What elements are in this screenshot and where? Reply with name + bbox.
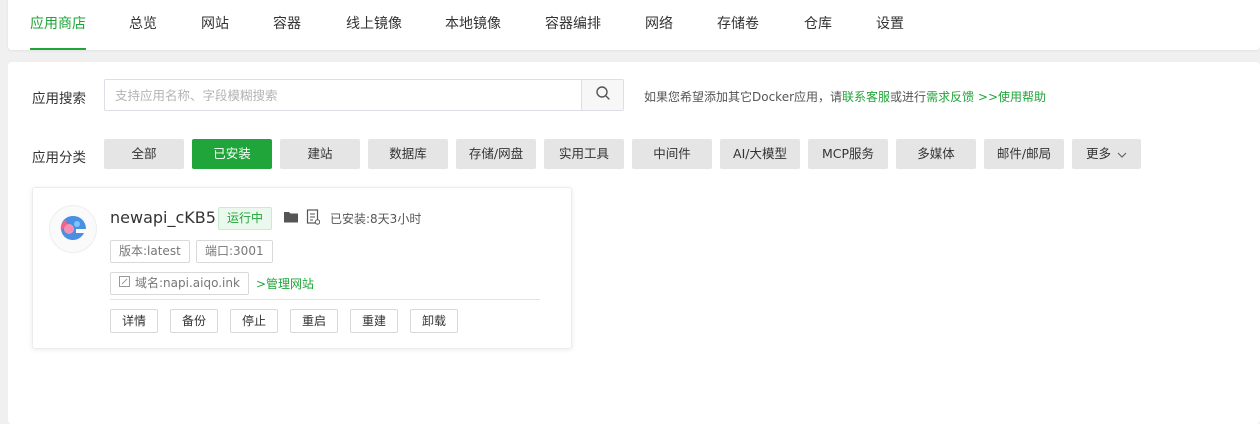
tab-settings[interactable]: 设置 — [876, 0, 904, 50]
domain-tag: 域名:napi.aiqo.ink — [110, 272, 249, 295]
search-label: 应用搜索 — [32, 91, 86, 107]
folder-icon[interactable] — [283, 210, 299, 228]
tab-local-images[interactable]: 本地镜像 — [445, 0, 501, 50]
contact-support-link[interactable]: 联系客服 — [842, 90, 890, 104]
usage-help-link[interactable]: 使用帮助 — [998, 90, 1046, 104]
chevron-down-icon — [1117, 140, 1127, 170]
app-name: newapi_cKB5 — [110, 208, 216, 227]
top-tab-bar: 应用商店 总览 网站 容器 线上镜像 本地镜像 容器编排 网络 存储卷 仓库 设… — [8, 0, 1260, 50]
app-logo-icon — [49, 205, 97, 253]
help-arrow[interactable]: >> — [974, 90, 998, 104]
backup-button[interactable]: 备份 — [170, 309, 218, 333]
category-storage[interactable]: 存储/网盘 — [456, 139, 536, 169]
search-box — [104, 79, 624, 111]
tab-volumes[interactable]: 存储卷 — [717, 0, 759, 50]
version-tag: 版本:latest — [110, 240, 190, 263]
domain-text: 域名:napi.aiqo.ink — [135, 276, 240, 290]
tab-websites[interactable]: 网站 — [201, 0, 229, 50]
category-label: 应用分类 — [32, 150, 86, 166]
tab-app-store[interactable]: 应用商店 — [30, 0, 86, 50]
category-middleware[interactable]: 中间件 — [632, 139, 712, 169]
category-installed[interactable]: 已安装 — [192, 139, 272, 169]
category-ai[interactable]: AI/大模型 — [720, 139, 800, 169]
stop-button[interactable]: 停止 — [230, 309, 278, 333]
more-label: 更多 — [1085, 146, 1111, 161]
category-more[interactable]: 更多 — [1072, 139, 1141, 169]
search-icon — [595, 85, 611, 105]
tab-online-images[interactable]: 线上镜像 — [346, 0, 402, 50]
rebuild-button[interactable]: 重建 — [350, 309, 398, 333]
tab-registry[interactable]: 仓库 — [804, 0, 832, 50]
category-mail[interactable]: 邮件/邮局 — [984, 139, 1064, 169]
main-panel: 应用搜索 如果您希望添加其它Docker应用，请联系客服或进行需求反馈 >>使用… — [8, 62, 1260, 424]
uninstall-button[interactable]: 卸载 — [410, 309, 458, 333]
category-website[interactable]: 建站 — [280, 139, 360, 169]
log-icon[interactable] — [306, 209, 321, 229]
help-hint: 如果您希望添加其它Docker应用，请联系客服或进行需求反馈 >>使用帮助 — [644, 88, 1046, 105]
port-tag: 端口:3001 — [196, 240, 273, 263]
details-button[interactable]: 详情 — [110, 309, 158, 333]
tab-containers[interactable]: 容器 — [273, 0, 301, 50]
manage-website-link[interactable]: >管理网站 — [256, 275, 314, 292]
hint-middle: 或进行 — [890, 90, 927, 104]
tab-network[interactable]: 网络 — [645, 0, 673, 50]
external-link-icon — [119, 273, 130, 294]
hint-prefix: 如果您希望添加其它Docker应用，请 — [644, 90, 843, 104]
category-database[interactable]: 数据库 — [368, 139, 448, 169]
status-badge: 运行中 — [218, 207, 273, 230]
search-button[interactable] — [581, 80, 623, 110]
category-all[interactable]: 全部 — [104, 139, 184, 169]
installed-time: 已安装:8天3小时 — [330, 212, 422, 226]
category-mcp[interactable]: MCP服务 — [808, 139, 888, 169]
search-input[interactable] — [105, 80, 581, 110]
card-divider — [110, 299, 540, 300]
category-tools[interactable]: 实用工具 — [544, 139, 624, 169]
restart-button[interactable]: 重启 — [290, 309, 338, 333]
tab-overview[interactable]: 总览 — [129, 0, 157, 50]
feedback-link[interactable]: 需求反馈 — [926, 90, 974, 104]
category-media[interactable]: 多媒体 — [896, 139, 976, 169]
app-card: newapi_cKB5 运行中 已安装:8天3小时 版本:latest 端口:3… — [32, 187, 572, 349]
tab-compose[interactable]: 容器编排 — [545, 0, 601, 50]
